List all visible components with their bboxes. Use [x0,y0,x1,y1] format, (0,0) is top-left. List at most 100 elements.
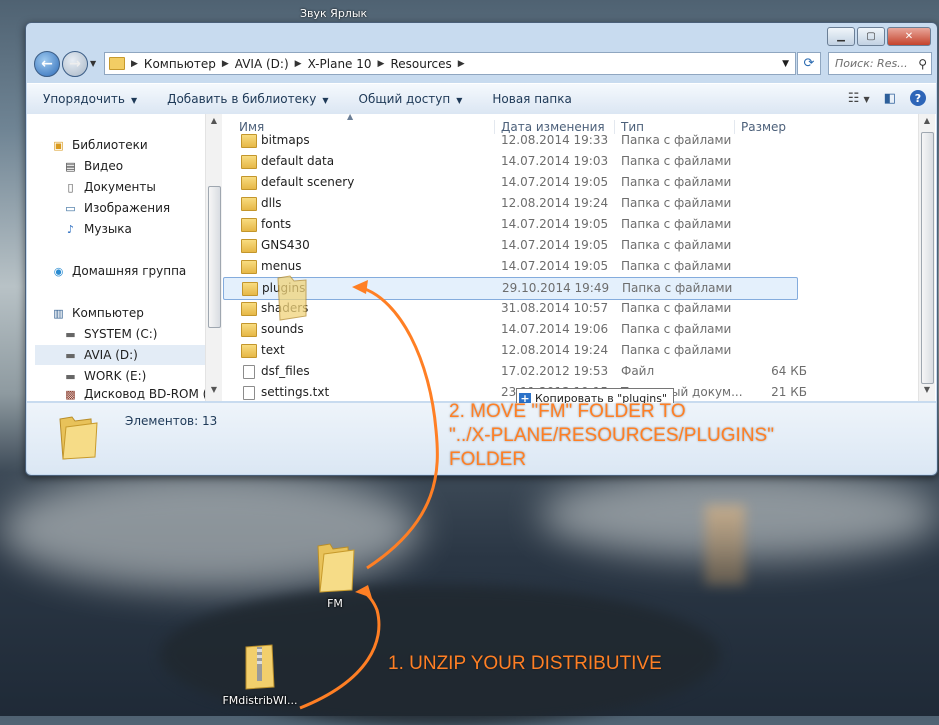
breadcrumb-item[interactable]: X-Plane 10 [308,57,372,71]
table-row[interactable]: shaders 31.08.2014 10:57 Папка с файлами [223,298,803,319]
folder-icon [241,197,257,211]
nav-drive-d[interactable]: ▬ AVIA (D:) [35,345,211,365]
item-count: Элементов: 13 [125,414,218,428]
file-type: Папка с файлами [621,259,732,273]
table-row[interactable]: dsf_files 17.02.2012 19:53 Файл 64 КБ [223,361,807,382]
table-row[interactable]: menus 14.07.2014 19:05 Папка с файлами [223,256,803,277]
desktop-icon-archive[interactable]: FMdistribWI... [218,643,302,707]
file-list: ▲ Имя Дата изменения Тип Размер bitmaps 1… [223,112,918,409]
file-type: Папка с файлами [621,343,732,357]
file-name: dsf_files [261,364,310,378]
table-row[interactable]: GNS430 14.07.2014 19:05 Папка с файлами [223,235,803,256]
table-row[interactable]: dlls 12.08.2014 19:24 Папка с файлами [223,193,803,214]
documents-icon: ▯ [67,180,74,194]
add-to-library-button[interactable]: Добавить в библиотеку ▼ [167,92,328,106]
video-icon: ▤ [65,159,76,173]
organize-button[interactable]: Упорядочить ▼ [43,92,137,106]
file-name: plugins [262,281,306,295]
folder-icon [242,282,258,296]
nav-documents[interactable]: ▯ Документы [63,177,155,197]
breadcrumb-item[interactable]: Компьютер [144,57,216,71]
folder-icon [241,323,257,337]
table-row[interactable]: fonts 14.07.2014 19:05 Папка с файлами [223,214,803,235]
desktop-icon-fm[interactable]: FM [305,540,365,610]
file-name: dlls [261,196,282,210]
desktop-icon-label: FM [327,597,343,610]
chevron-right-icon[interactable]: ▶ [131,59,138,69]
preview-pane-icon[interactable]: ◧ [884,91,896,106]
scroll-thumb[interactable] [208,186,221,328]
chevron-right-icon[interactable]: ▶ [378,59,385,69]
file-list-scrollbar[interactable]: ▲ ▼ [918,114,935,401]
navigation-pane: ▣ Библиотеки ▤ Видео ▯ Документы ▭ Изображен… [27,114,217,401]
chevron-right-icon[interactable]: ▶ [458,59,465,69]
nav-label: AVIA (D:) [84,348,138,362]
file-icon [243,386,255,400]
nav-homegroup[interactable]: ◉ Домашняя группа [51,261,187,281]
nav-libraries[interactable]: ▣ Библиотеки [51,135,147,155]
chevron-right-icon[interactable]: ▶ [222,59,229,69]
scroll-down-icon[interactable]: ▼ [919,385,935,399]
table-row[interactable]: plugins 29.10.2014 19:49 Папка с файлами [223,277,798,300]
caption-buttons: ▁ ▢ ✕ [827,27,931,46]
file-name: GNS430 [261,238,310,252]
file-date: 12.08.2014 19:24 [501,196,609,210]
file-size: 21 КБ [771,385,807,399]
table-row[interactable]: default data 14.07.2014 19:03 Папка с файл… [223,151,803,172]
file-type: Файл [621,364,655,378]
maximize-button[interactable]: ▢ [857,27,885,46]
chevron-right-icon[interactable]: ▶ [295,59,302,69]
nav-video[interactable]: ▤ Видео [63,156,123,176]
scroll-up-icon[interactable]: ▲ [919,116,935,130]
desktop-shortcut-label[interactable]: Звук Ярлык [300,7,367,20]
nav-drive-c[interactable]: ▬ SYSTEM (C:) [63,324,157,344]
music-icon: ♪ [66,222,75,236]
folder-icon [241,239,257,253]
table-row[interactable]: default scenery 14.07.2014 19:05 Папка с ф… [223,172,803,193]
organize-label: Упорядочить [43,92,125,106]
command-bar: Упорядочить ▼ Добавить в библиотеку ▼ Общи… [27,83,936,115]
file-date: 17.02.2012 19:53 [501,364,609,378]
table-row[interactable]: sounds 14.07.2014 19:06 Папка с файлами [223,319,803,340]
scroll-up-icon[interactable]: ▲ [206,116,222,130]
folder-icon [241,260,257,274]
file-type: Папка с файлами [621,322,732,336]
pictures-icon: ▭ [65,201,76,215]
nav-computer[interactable]: ▥ Компьютер [51,303,144,323]
help-icon[interactable]: ? [910,90,926,106]
nav-pictures[interactable]: ▭ Изображения [63,198,170,218]
forward-button[interactable]: → [62,51,88,77]
back-button[interactable]: ← [34,51,60,77]
share-button[interactable]: Общий доступ ▼ [359,92,463,106]
add-library-label: Добавить в библиотеку [167,92,317,106]
file-type: Папка с файлами [621,301,732,315]
search-icon[interactable]: ⚲ [918,57,927,71]
view-options-icon[interactable]: ☷ ▼ [848,91,870,106]
scroll-thumb[interactable] [921,132,934,384]
minimize-button[interactable]: ▁ [827,27,855,46]
file-date: 12.08.2014 19:33 [501,133,609,147]
nav-drive-f[interactable]: ▩ Дисковод BD-ROM (F: [63,387,217,401]
breadcrumb-item[interactable]: AVIA (D:) [235,57,289,71]
address-dropdown-icon[interactable]: ▼ [782,59,789,69]
folder-icon [241,302,257,316]
new-folder-button[interactable]: Новая папка [492,92,571,106]
navigation-scrollbar[interactable]: ▲ ▼ [205,114,222,401]
scroll-down-icon[interactable]: ▼ [206,385,222,399]
file-name: sounds [261,322,304,336]
address-bar[interactable]: ▶ Компьютер ▶ AVIA (D:) ▶ X-Plane 10 ▶ Resou… [104,52,796,75]
file-name: text [261,343,285,357]
folder-icon [59,416,98,460]
nav-drive-e[interactable]: ▬ WORK (E:) [63,366,146,386]
close-button[interactable]: ✕ [887,27,931,46]
refresh-button[interactable]: ⟳ [797,52,821,75]
file-date: 14.07.2014 19:05 [501,238,609,252]
breadcrumb-item[interactable]: Resources [390,57,451,71]
share-label: Общий доступ [358,92,451,106]
table-row[interactable]: text 12.08.2014 19:24 Папка с файлами [223,340,803,361]
table-row[interactable]: bitmaps 12.08.2014 19:33 Папка с файлами [223,130,803,151]
search-input[interactable]: Поиск: Res... ⚲ [828,52,932,75]
nav-music[interactable]: ♪ Музыка [63,219,132,239]
history-dropdown-icon[interactable]: ▼ [90,59,96,68]
annotation-line: FOLDER [449,449,527,470]
